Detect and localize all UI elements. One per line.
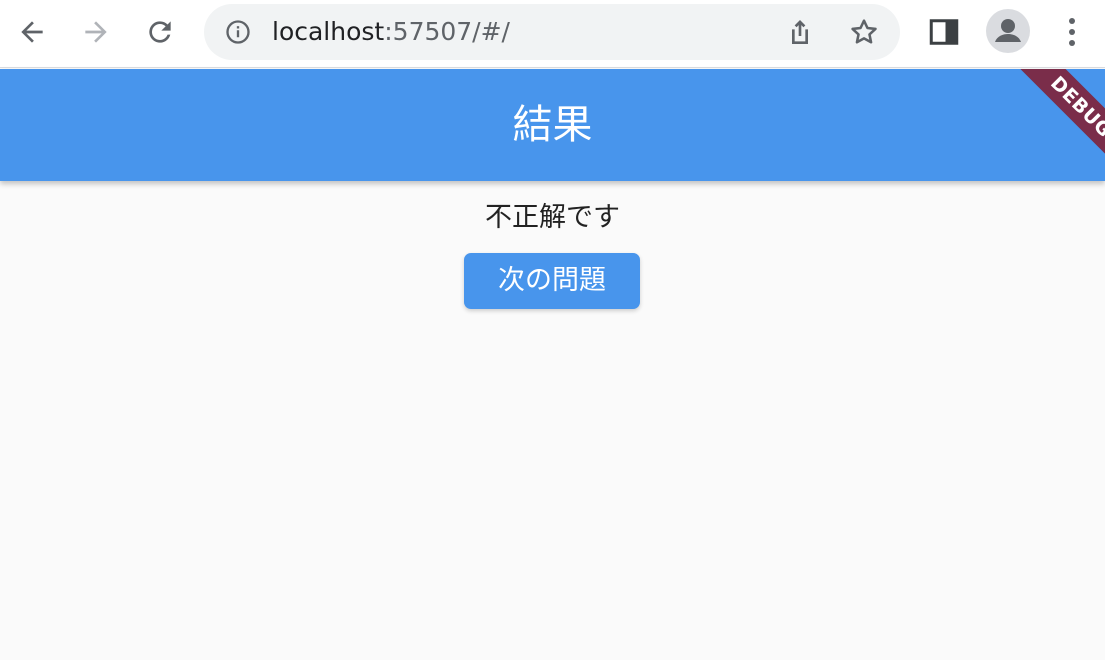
- debug-banner-label: DEBUG: [1013, 69, 1105, 175]
- result-message: 不正解です: [485, 202, 620, 233]
- info-icon[interactable]: [224, 18, 252, 46]
- back-arrow-icon[interactable]: [12, 12, 52, 52]
- app-bar: 結果: [0, 69, 1105, 181]
- browser-toolbar: localhost:57507/#/: [0, 0, 1105, 68]
- address-bar[interactable]: localhost:57507/#/: [204, 4, 900, 60]
- url-text[interactable]: localhost:57507/#/: [272, 17, 510, 47]
- forward-arrow-icon[interactable]: [76, 12, 116, 52]
- debug-banner: DEBUG: [975, 69, 1105, 181]
- url-path: :57507/#/: [384, 17, 510, 46]
- profile-icon[interactable]: [986, 9, 1030, 53]
- next-question-button[interactable]: 次の問題: [464, 253, 640, 309]
- kebab-menu-icon[interactable]: [1056, 14, 1088, 50]
- share-icon[interactable]: [784, 16, 816, 48]
- side-panel-icon[interactable]: [926, 14, 962, 50]
- url-host: localhost: [272, 17, 385, 46]
- star-icon[interactable]: [848, 16, 880, 48]
- reload-icon[interactable]: [140, 12, 180, 52]
- page-title: 結果: [512, 102, 593, 148]
